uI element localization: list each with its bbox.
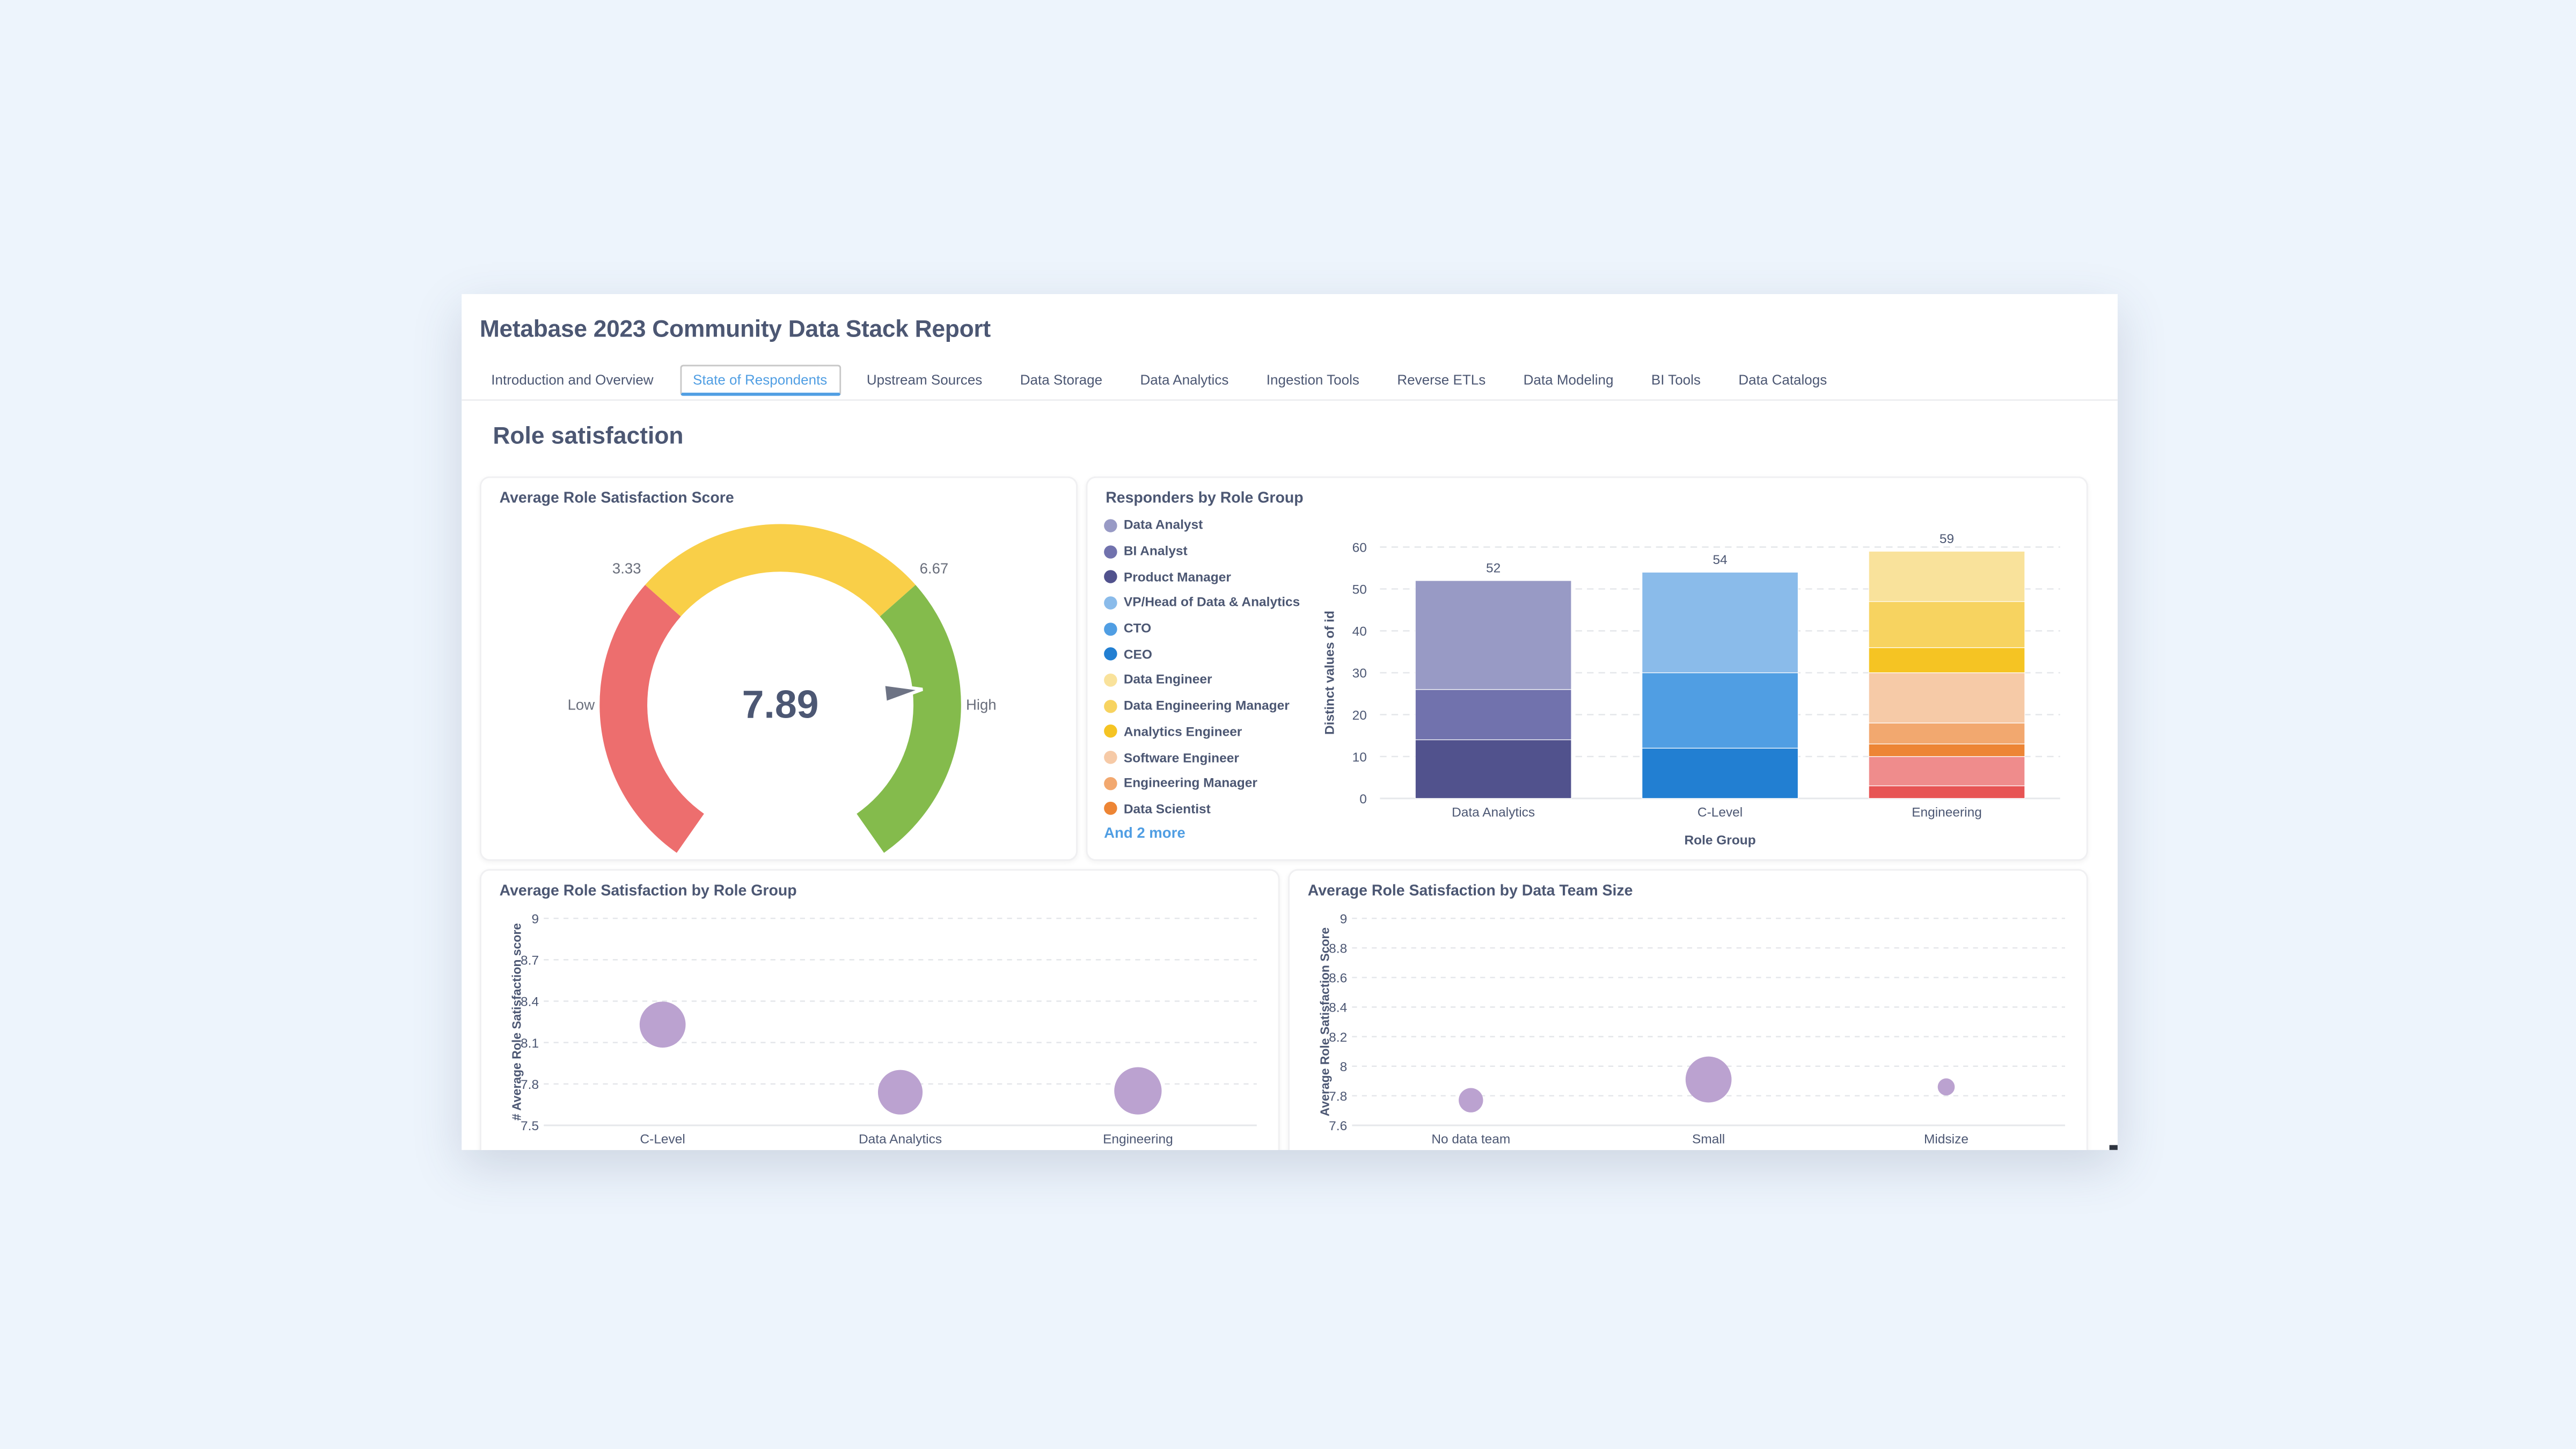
bubble-chart-role-group: 7.57.88.18.48.79C-Level Data Analytics Eng…: [509, 912, 1257, 1147]
gauge-segment-label-low: Low: [568, 696, 595, 713]
y-tick-label: 7.5: [521, 1119, 539, 1133]
stacked-bar-chart: 0 10 20 30 40 50 60 52 Data Analytics 54 C-Level 5…: [1323, 532, 2060, 847]
x-tick-label: C-Level: [1697, 805, 1743, 819]
dashboard-title: Metabase 2023 Community Data Stack Repor…: [479, 317, 991, 343]
bar-segment[interactable]: [1868, 672, 2025, 723]
gauge-value: 7.89: [742, 682, 819, 727]
x-tick-label: Engineering: [1912, 805, 1982, 819]
tab-state-of-respondents[interactable]: State of Respondents: [679, 364, 840, 396]
gauge-card[interactable]: Average Role Satisfaction Score 7.89 0 3…: [479, 476, 1078, 861]
tab-bar: Introduction and Overview State of Respo…: [480, 364, 1853, 399]
resize-handle[interactable]: [2109, 1145, 2118, 1150]
y-tick-label: 9: [531, 912, 539, 926]
bar-segment[interactable]: [1868, 743, 2025, 757]
x-tick-label: C-Level: [640, 1132, 685, 1147]
y-tick-label: 50: [1352, 583, 1367, 597]
responders-card[interactable]: Responders by Role Group Data Analyst BI …: [1086, 476, 2088, 861]
tab-ingestion-tools[interactable]: Ingestion Tools: [1255, 365, 1371, 396]
gauge-chart: 7.89 0 3.33 6.67 10 Low High: [568, 524, 997, 853]
y-tick-label: 10: [1352, 750, 1367, 765]
bar-segment[interactable]: [1415, 689, 1572, 741]
bubble-point[interactable]: [877, 1070, 923, 1115]
y-tick-label: 8: [1340, 1060, 1348, 1074]
x-tick-label: No data team: [1431, 1132, 1510, 1147]
y-tick-label: 60: [1352, 541, 1367, 555]
gauge-segment-low: [599, 584, 704, 853]
tab-bi-tools[interactable]: BI Tools: [1640, 365, 1712, 396]
gauge-segment-high: [857, 584, 961, 853]
y-axis-label: # Average Role Satisfaction score: [509, 923, 523, 1121]
bar-segment[interactable]: [1868, 756, 2025, 786]
bubble-chart-team-size: 7.67.888.28.48.68.89No data team Small Mid…: [1318, 912, 2065, 1147]
x-tick-label: Data Analytics: [1452, 805, 1535, 819]
section-heading: Role satisfaction: [493, 423, 684, 450]
bar-segment[interactable]: [1868, 722, 2025, 744]
tab-data-catalogs[interactable]: Data Catalogs: [1727, 365, 1839, 396]
tab-reverse-etls[interactable]: Reverse ETLs: [1386, 365, 1497, 396]
gauge-tick-label: 3.33: [612, 560, 641, 576]
x-axis-label: Role Group: [1684, 833, 1755, 847]
bubble-point[interactable]: [1459, 1088, 1483, 1113]
bar-total-label: 59: [1940, 532, 1954, 546]
bar-segment[interactable]: [1642, 572, 1799, 674]
gauge-tick-label: 6.67: [920, 560, 949, 576]
bubble-point[interactable]: [639, 1001, 686, 1048]
y-axis-label: Distinct values of id: [1323, 611, 1337, 735]
y-tick-label: 40: [1352, 625, 1367, 639]
bubble-point[interactable]: [1937, 1078, 1955, 1096]
tab-data-analytics[interactable]: Data Analytics: [1129, 365, 1240, 396]
y-tick-label: 7.6: [1329, 1119, 1347, 1133]
bar-segment[interactable]: [1868, 785, 2025, 799]
bar-segment[interactable]: [1868, 647, 2025, 674]
bubble-point[interactable]: [1114, 1067, 1162, 1115]
bar-segment[interactable]: [1868, 551, 2025, 602]
bar-segment[interactable]: [1415, 580, 1572, 690]
gauge-segment-mid: [645, 524, 916, 617]
x-tick-label: Engineering: [1103, 1132, 1173, 1147]
bar-total-label: 52: [1486, 561, 1501, 576]
tab-data-modeling[interactable]: Data Modeling: [1512, 365, 1625, 396]
tab-divider: [462, 399, 2118, 401]
y-tick-label: 0: [1359, 792, 1367, 807]
satisfaction-by-role-card[interactable]: Average Role Satisfaction by Role Group …: [479, 869, 1280, 1150]
y-tick-label: 9: [1340, 912, 1348, 926]
dashboard-window: Metabase 2023 Community Data Stack Repor…: [462, 294, 2118, 1150]
bar-segment[interactable]: [1415, 739, 1572, 799]
y-tick-label: 30: [1352, 667, 1367, 681]
y-axis-label: Average Role Satisfaction Score: [1318, 927, 1332, 1116]
y-tick-label: 20: [1352, 708, 1367, 723]
tab-data-storage[interactable]: Data Storage: [1008, 365, 1114, 396]
x-tick-label: Midsize: [1924, 1132, 1968, 1147]
satisfaction-by-team-size-card[interactable]: Average Role Satisfaction by Data Team S…: [1287, 869, 2088, 1150]
bar-total-label: 54: [1713, 553, 1727, 567]
gauge-segment-label-high: High: [966, 696, 997, 713]
bar-segment[interactable]: [1868, 601, 2025, 648]
bar-segment[interactable]: [1642, 672, 1799, 749]
screen: Metabase 2023 Community Data Stack Repor…: [0, 0, 2576, 1449]
x-tick-label: Data Analytics: [859, 1132, 942, 1147]
tab-upstream-sources[interactable]: Upstream Sources: [855, 365, 993, 396]
bar-segment[interactable]: [1642, 748, 1799, 799]
x-tick-label: Small: [1692, 1132, 1725, 1147]
bubble-point[interactable]: [1685, 1056, 1732, 1103]
tab-introduction-and-overview[interactable]: Introduction and Overview: [480, 365, 665, 396]
